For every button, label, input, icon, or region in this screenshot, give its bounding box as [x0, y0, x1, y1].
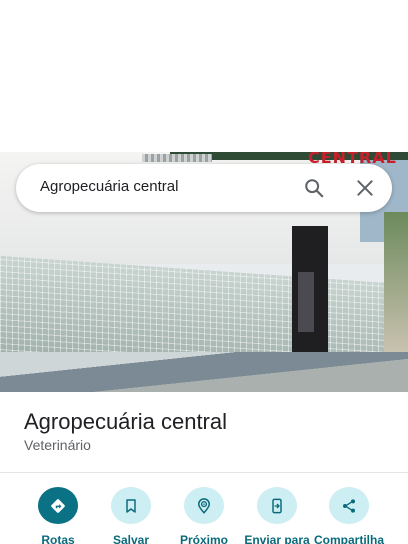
photo-window [142, 154, 212, 162]
photo-door-interior [298, 272, 314, 332]
search-input[interactable]: Agropecuária central [40, 178, 178, 195]
nearby-icon [184, 487, 224, 524]
place-category: Veterinário [24, 437, 91, 453]
nearby-button[interactable]: Próximo [164, 487, 244, 544]
save-label: Salvar [112, 533, 150, 544]
share-button[interactable]: Compartilha [309, 487, 389, 544]
nearby-label: Próximo [179, 533, 228, 544]
send-to-phone-button[interactable]: Enviar para [237, 487, 317, 544]
search-bar[interactable]: Agropecuária central [16, 164, 392, 212]
photo-sidewalk [0, 352, 408, 392]
place-title: Agropecuária central [24, 409, 228, 434]
close-icon[interactable] [353, 176, 377, 200]
search-icon[interactable] [302, 176, 326, 200]
send-to-phone-label: Enviar para [244, 533, 310, 544]
divider [0, 472, 408, 473]
blank-map-area [0, 0, 408, 152]
share-label: Compartilha [313, 533, 384, 544]
directions-label: Rotas [41, 533, 75, 544]
directions-button[interactable]: Rotas [18, 487, 98, 544]
save-button[interactable]: Salvar [91, 487, 171, 544]
directions-icon [38, 487, 78, 524]
send-to-phone-icon [257, 487, 297, 524]
bookmark-icon [111, 487, 151, 524]
share-icon [329, 487, 369, 524]
photo-neighbor [384, 212, 408, 352]
